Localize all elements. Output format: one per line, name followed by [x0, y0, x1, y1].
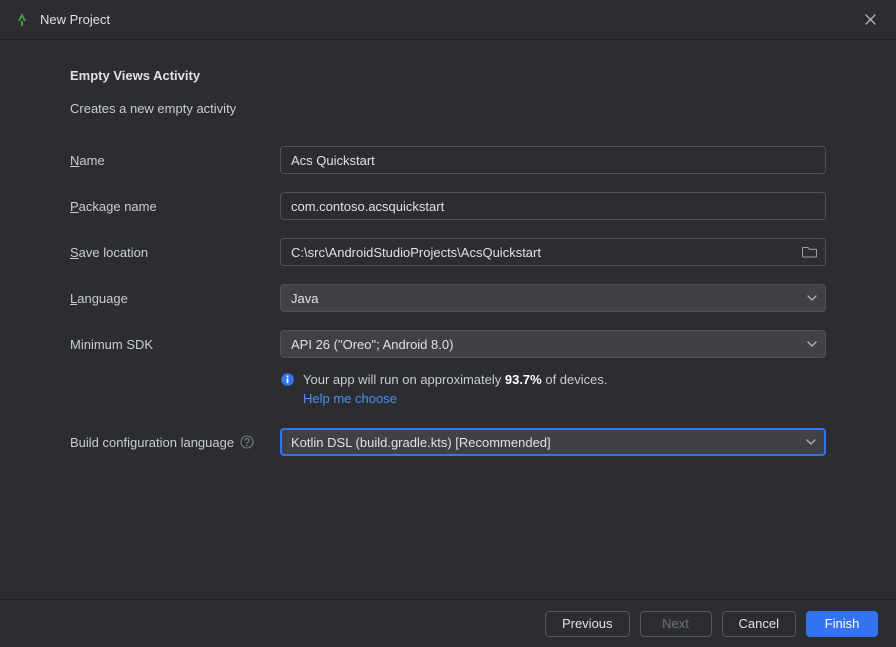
help-icon[interactable] — [240, 435, 254, 449]
min-sdk-value: API 26 ("Oreo"; Android 8.0) — [291, 337, 453, 352]
sdk-info-block: Your app will run on approximately 93.7%… — [280, 370, 826, 408]
titlebar: New Project — [0, 0, 896, 40]
window-title: New Project — [40, 12, 110, 27]
package-input[interactable] — [280, 192, 826, 220]
row-build-language: Build configuration language Kotlin DSL … — [70, 428, 826, 456]
page-heading: Empty Views Activity — [70, 68, 826, 83]
sdk-info-text: Your app will run on approximately 93.7%… — [303, 370, 608, 408]
row-language: Language Java — [70, 284, 826, 312]
label-save-location: Save location — [70, 245, 280, 260]
previous-button[interactable]: Previous — [545, 611, 630, 637]
chevron-down-icon — [806, 439, 816, 445]
next-button: Next — [640, 611, 712, 637]
close-button[interactable] — [858, 8, 882, 32]
save-location-input[interactable]: C:\src\AndroidStudioProjects\AcsQuicksta… — [280, 238, 826, 266]
language-value: Java — [291, 291, 318, 306]
help-me-choose-link[interactable]: Help me choose — [303, 389, 608, 408]
finish-button[interactable]: Finish — [806, 611, 878, 637]
project-form: Name Package name Save location C:\src\A… — [70, 146, 826, 456]
save-location-value: C:\src\AndroidStudioProjects\AcsQuicksta… — [291, 245, 541, 260]
label-language: Language — [70, 291, 280, 306]
label-min-sdk: Minimum SDK — [70, 337, 280, 352]
cancel-button[interactable]: Cancel — [722, 611, 796, 637]
row-min-sdk: Minimum SDK API 26 ("Oreo"; Android 8.0) — [70, 330, 826, 358]
chevron-down-icon — [807, 341, 817, 347]
min-sdk-select[interactable]: API 26 ("Oreo"; Android 8.0) — [280, 330, 826, 358]
row-save-location: Save location C:\src\AndroidStudioProjec… — [70, 238, 826, 266]
close-icon — [864, 13, 877, 26]
build-language-select[interactable]: Kotlin DSL (build.gradle.kts) [Recommend… — [280, 428, 826, 456]
name-input[interactable] — [280, 146, 826, 174]
row-name: Name — [70, 146, 826, 174]
label-package: Package name — [70, 199, 280, 214]
row-package: Package name — [70, 192, 826, 220]
language-select[interactable]: Java — [280, 284, 826, 312]
folder-icon — [802, 246, 817, 259]
label-build-language: Build configuration language — [70, 435, 280, 450]
footer: Previous Next Cancel Finish — [0, 599, 896, 647]
android-studio-icon — [14, 12, 30, 28]
page-subheading: Creates a new empty activity — [70, 101, 826, 116]
browse-folder-button[interactable] — [802, 246, 817, 259]
label-name: Name — [70, 153, 280, 168]
content-area: Empty Views Activity Creates a new empty… — [0, 40, 896, 456]
info-icon — [280, 372, 295, 387]
build-language-value: Kotlin DSL (build.gradle.kts) [Recommend… — [291, 435, 551, 450]
chevron-down-icon — [807, 295, 817, 301]
